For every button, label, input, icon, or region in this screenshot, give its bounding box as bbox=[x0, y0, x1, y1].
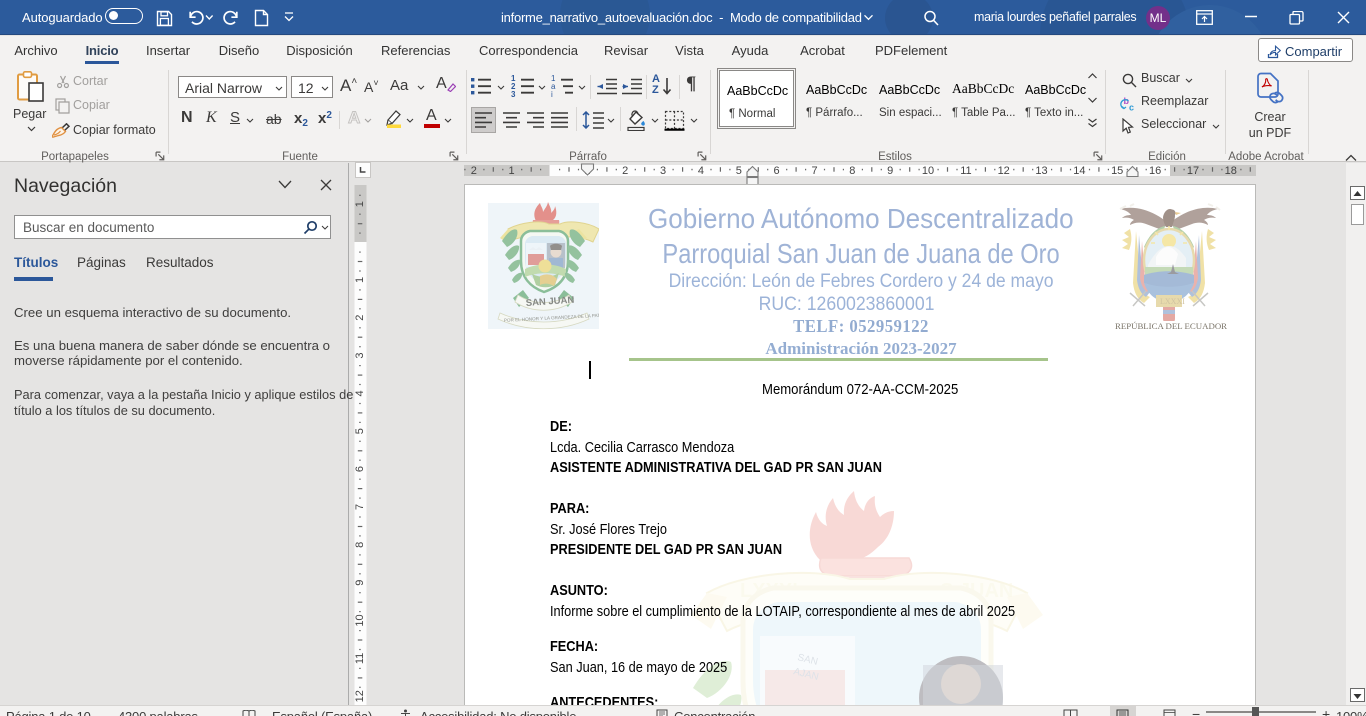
svg-text:2: 2 bbox=[471, 165, 477, 177]
svg-text:10: 10 bbox=[922, 165, 934, 177]
svg-text:8: 8 bbox=[849, 165, 855, 177]
svg-text:2: 2 bbox=[622, 165, 628, 177]
svg-text:11: 11 bbox=[354, 653, 366, 664]
svg-text:13: 13 bbox=[1035, 165, 1047, 177]
svg-text:5: 5 bbox=[736, 165, 742, 177]
svg-text:14: 14 bbox=[1073, 165, 1085, 177]
svg-text:12: 12 bbox=[354, 690, 366, 702]
svg-text:10: 10 bbox=[354, 614, 366, 626]
svg-text:16: 16 bbox=[1149, 165, 1161, 177]
svg-text:1: 1 bbox=[509, 165, 515, 177]
svg-text:2: 2 bbox=[354, 315, 366, 321]
svg-text:15: 15 bbox=[1111, 165, 1123, 177]
svg-text:7: 7 bbox=[811, 165, 817, 177]
svg-text:3: 3 bbox=[354, 353, 366, 359]
svg-text:9: 9 bbox=[887, 165, 893, 177]
svg-text:6: 6 bbox=[774, 165, 780, 177]
svg-text:11: 11 bbox=[960, 165, 971, 177]
svg-text:9: 9 bbox=[354, 580, 366, 586]
svg-text:18: 18 bbox=[1225, 165, 1237, 177]
svg-text:7: 7 bbox=[354, 504, 366, 510]
svg-text:4: 4 bbox=[698, 165, 704, 177]
svg-text:8: 8 bbox=[354, 542, 366, 548]
svg-text:c: c bbox=[1129, 103, 1134, 113]
svg-text:3: 3 bbox=[660, 165, 666, 177]
svg-text:17: 17 bbox=[1187, 165, 1199, 177]
svg-text:6: 6 bbox=[354, 466, 366, 472]
svg-text:12: 12 bbox=[998, 165, 1010, 177]
svg-text:5: 5 bbox=[354, 428, 366, 434]
svg-text:1: 1 bbox=[354, 201, 366, 207]
svg-text:1: 1 bbox=[354, 277, 366, 283]
svg-text:4: 4 bbox=[354, 390, 366, 396]
